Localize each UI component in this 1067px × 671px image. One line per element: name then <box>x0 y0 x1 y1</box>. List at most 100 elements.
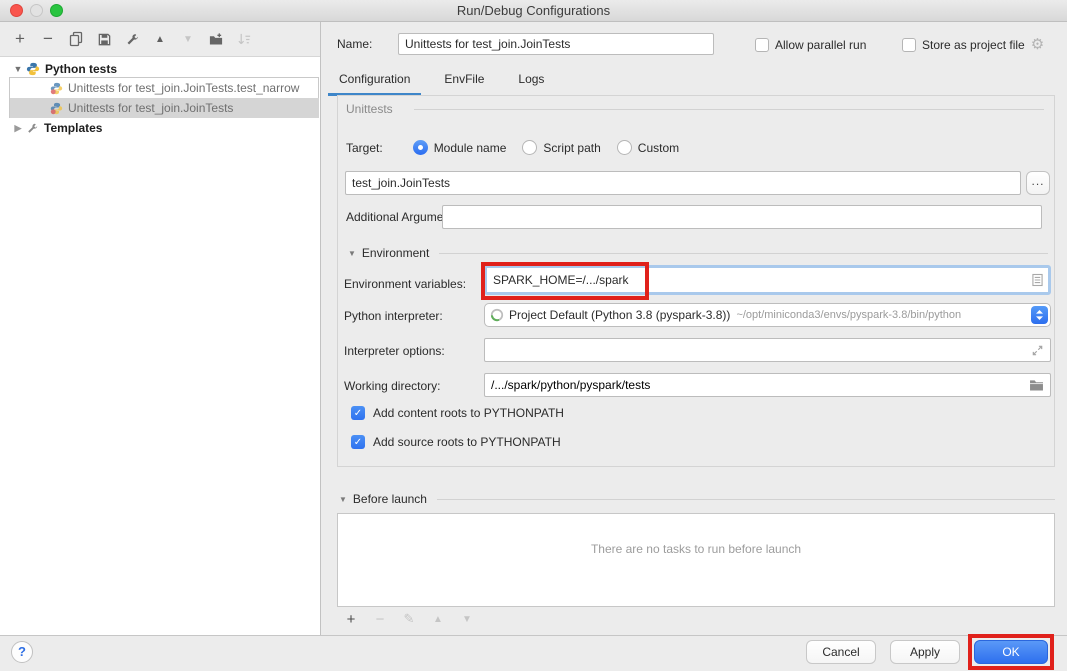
checkbox-checked-icon[interactable]: ✓ <box>351 435 365 449</box>
env-vars-editor-icon[interactable] <box>1032 273 1043 287</box>
radio-label[interactable]: Script path <box>543 141 600 155</box>
edit-templates-wrench-icon[interactable] <box>124 31 140 47</box>
close-window-button[interactable] <box>10 4 23 17</box>
tab-envfile[interactable]: EnvFile <box>442 68 486 96</box>
tree-item-templates[interactable]: ▶ Templates <box>0 118 320 138</box>
python-test-icon <box>50 82 63 95</box>
interpreter-options-label: Interpreter options: <box>344 344 445 358</box>
name-label: Name: <box>337 37 372 51</box>
before-launch-empty-text: There are no tasks to run before launch <box>338 542 1054 556</box>
radio-unselected-icon[interactable] <box>617 140 632 155</box>
allow-parallel-run-checkbox[interactable]: Allow parallel run <box>755 36 866 54</box>
radio-custom[interactable]: Custom <box>617 140 679 155</box>
remove-configuration-button[interactable]: − <box>40 31 56 47</box>
add-configuration-button[interactable]: + <box>12 31 28 47</box>
radio-label[interactable]: Module name <box>434 141 507 155</box>
target-row: Target: Module name Script path Custom <box>346 140 679 155</box>
apply-button[interactable]: Apply <box>890 640 960 664</box>
zoom-window-button[interactable] <box>50 4 63 17</box>
collapse-arrow-icon[interactable]: ▼ <box>339 495 347 504</box>
add-content-roots-label[interactable]: Add content roots to PYTHONPATH <box>373 406 564 420</box>
tree-item-unittest-narrow[interactable]: Unittests for test_join.JoinTests.test_n… <box>0 78 320 98</box>
working-directory-label: Working directory: <box>344 379 440 393</box>
move-up-button[interactable]: ▲ <box>152 31 168 47</box>
tree-item-label: Templates <box>44 121 102 135</box>
run-debug-configurations-dialog: Run/Debug Configurations + − ▲ ▼ ▼ <box>0 0 1067 671</box>
add-task-button[interactable]: + <box>343 611 359 627</box>
radio-module-name[interactable]: Module name <box>413 140 507 155</box>
configuration-tabs: Configuration EnvFile Logs <box>337 68 546 96</box>
folder-browse-icon[interactable] <box>1029 379 1044 391</box>
environment-variables-input[interactable] <box>487 273 1032 287</box>
move-task-down-button[interactable]: ▼ <box>459 611 475 627</box>
browse-button[interactable]: ... <box>1026 171 1050 195</box>
copy-configuration-icon[interactable] <box>68 31 84 47</box>
chevron-down-icon[interactable]: ▼ <box>10 64 26 74</box>
dropdown-stepper-icon[interactable] <box>1031 306 1048 324</box>
tree-item-python-tests[interactable]: ▼ Python tests <box>0 59 320 79</box>
allow-parallel-run-label: Allow parallel run <box>775 38 866 52</box>
checkbox-unchecked[interactable] <box>755 38 769 52</box>
new-folder-icon[interactable] <box>208 31 224 47</box>
environment-variables-label: Environment variables: <box>344 277 466 291</box>
templates-wrench-icon <box>26 122 39 135</box>
unittests-group: Unittests Target: Module name Script pat… <box>337 95 1055 467</box>
section-rule <box>437 499 1055 500</box>
configuration-editor-pane: Name: Allow parallel run Store as projec… <box>321 22 1067 635</box>
interpreter-name: Project Default (Python 3.8 (pyspark-3.8… <box>509 308 730 322</box>
edit-task-pencil-icon[interactable]: ✎ <box>401 611 417 627</box>
collapse-arrow-icon[interactable]: ▼ <box>348 249 356 258</box>
before-launch-toolbar: + − ✎ ▲ ▼ <box>343 611 475 627</box>
store-as-project-file-checkbox[interactable]: Store as project file ⚙ <box>902 36 1044 54</box>
before-launch-section-header[interactable]: ▼ Before launch <box>339 492 1055 506</box>
radio-label[interactable]: Custom <box>638 141 679 155</box>
minimize-window-button[interactable] <box>30 4 43 17</box>
additional-arguments-input[interactable] <box>442 205 1042 229</box>
target-module-input[interactable] <box>345 171 1021 195</box>
add-source-roots-checkbox[interactable]: ✓ Add source roots to PYTHONPATH <box>351 435 561 449</box>
interpreter-options-field <box>484 338 1051 362</box>
ok-button[interactable]: OK <box>974 640 1048 664</box>
add-content-roots-checkbox[interactable]: ✓ Add content roots to PYTHONPATH <box>351 406 564 420</box>
window-title: Run/Debug Configurations <box>0 0 1067 21</box>
python-interpreter-label: Python interpreter: <box>344 309 443 323</box>
name-input[interactable] <box>398 33 714 55</box>
tab-logs[interactable]: Logs <box>516 68 546 96</box>
before-launch-title: Before launch <box>353 492 427 506</box>
environment-variables-field <box>484 265 1051 295</box>
move-task-up-button[interactable]: ▲ <box>430 611 446 627</box>
expand-field-icon[interactable] <box>1031 344 1044 357</box>
conda-env-icon <box>490 308 504 322</box>
title-bar: Run/Debug Configurations <box>0 0 1067 22</box>
environment-section-header[interactable]: ▼ Environment <box>348 246 1048 260</box>
target-label: Target: <box>346 141 383 155</box>
help-button[interactable]: ? <box>11 641 33 663</box>
python-interpreter-select[interactable]: Project Default (Python 3.8 (pyspark-3.8… <box>484 303 1051 327</box>
add-source-roots-label[interactable]: Add source roots to PYTHONPATH <box>373 435 561 449</box>
interpreter-options-input[interactable] <box>491 343 1031 357</box>
tree-item-unittest-jointests-selected[interactable]: Unittests for test_join.JoinTests <box>0 98 320 118</box>
configurations-toolbar: + − ▲ ▼ <box>12 31 252 47</box>
tab-configuration[interactable]: Configuration <box>337 68 412 96</box>
radio-unselected-icon[interactable] <box>522 140 537 155</box>
radio-script-path[interactable]: Script path <box>522 140 600 155</box>
python-test-icon <box>50 102 63 115</box>
radio-selected-icon[interactable] <box>413 140 428 155</box>
store-as-project-file-label: Store as project file <box>922 38 1025 52</box>
gear-icon[interactable]: ⚙ <box>1031 38 1044 52</box>
working-directory-field <box>484 373 1051 397</box>
checkbox-checked-icon[interactable]: ✓ <box>351 406 365 420</box>
remove-task-button[interactable]: − <box>372 611 388 627</box>
configurations-tree: ▼ Python tests Unittests for test_join.J… <box>0 56 320 635</box>
sort-configurations-icon[interactable] <box>236 31 252 47</box>
tree-item-label: Python tests <box>45 62 117 76</box>
move-down-button[interactable]: ▼ <box>180 31 196 47</box>
checkbox-unchecked[interactable] <box>902 38 916 52</box>
chevron-right-icon[interactable]: ▶ <box>10 123 26 134</box>
group-title: Unittests <box>346 102 393 116</box>
python-tests-icon <box>26 62 40 76</box>
cancel-button[interactable]: Cancel <box>806 640 876 664</box>
working-directory-input[interactable] <box>491 378 1029 392</box>
group-title-rule <box>414 109 1044 110</box>
save-configuration-icon[interactable] <box>96 31 112 47</box>
